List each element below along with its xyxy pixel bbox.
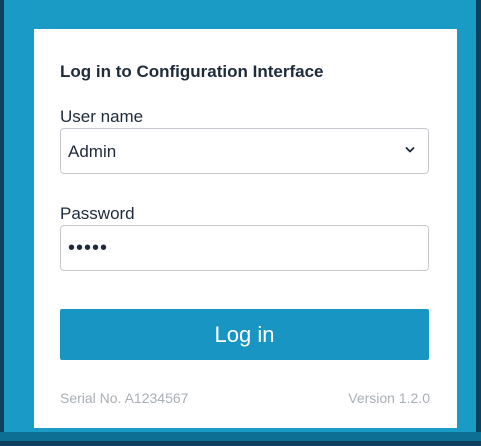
login-button[interactable]: Log in [60,309,429,360]
chevron-down-icon [405,147,415,153]
window-frame-right [476,0,481,446]
serial-number: Serial No. A1234567 [60,390,189,406]
version-number: Version 1.2.0 [348,390,430,406]
login-card: Log in to Configuration Interface User n… [34,29,457,428]
username-select-value: Admin [68,142,117,161]
password-label: Password [60,204,135,223]
window-frame-left [0,0,4,446]
window-frame-bottom-edge [0,441,481,446]
username-select[interactable]: Admin [60,128,429,174]
login-title: Log in to Configuration Interface [60,62,324,81]
password-field[interactable] [60,225,429,271]
username-label: User name [60,107,144,126]
